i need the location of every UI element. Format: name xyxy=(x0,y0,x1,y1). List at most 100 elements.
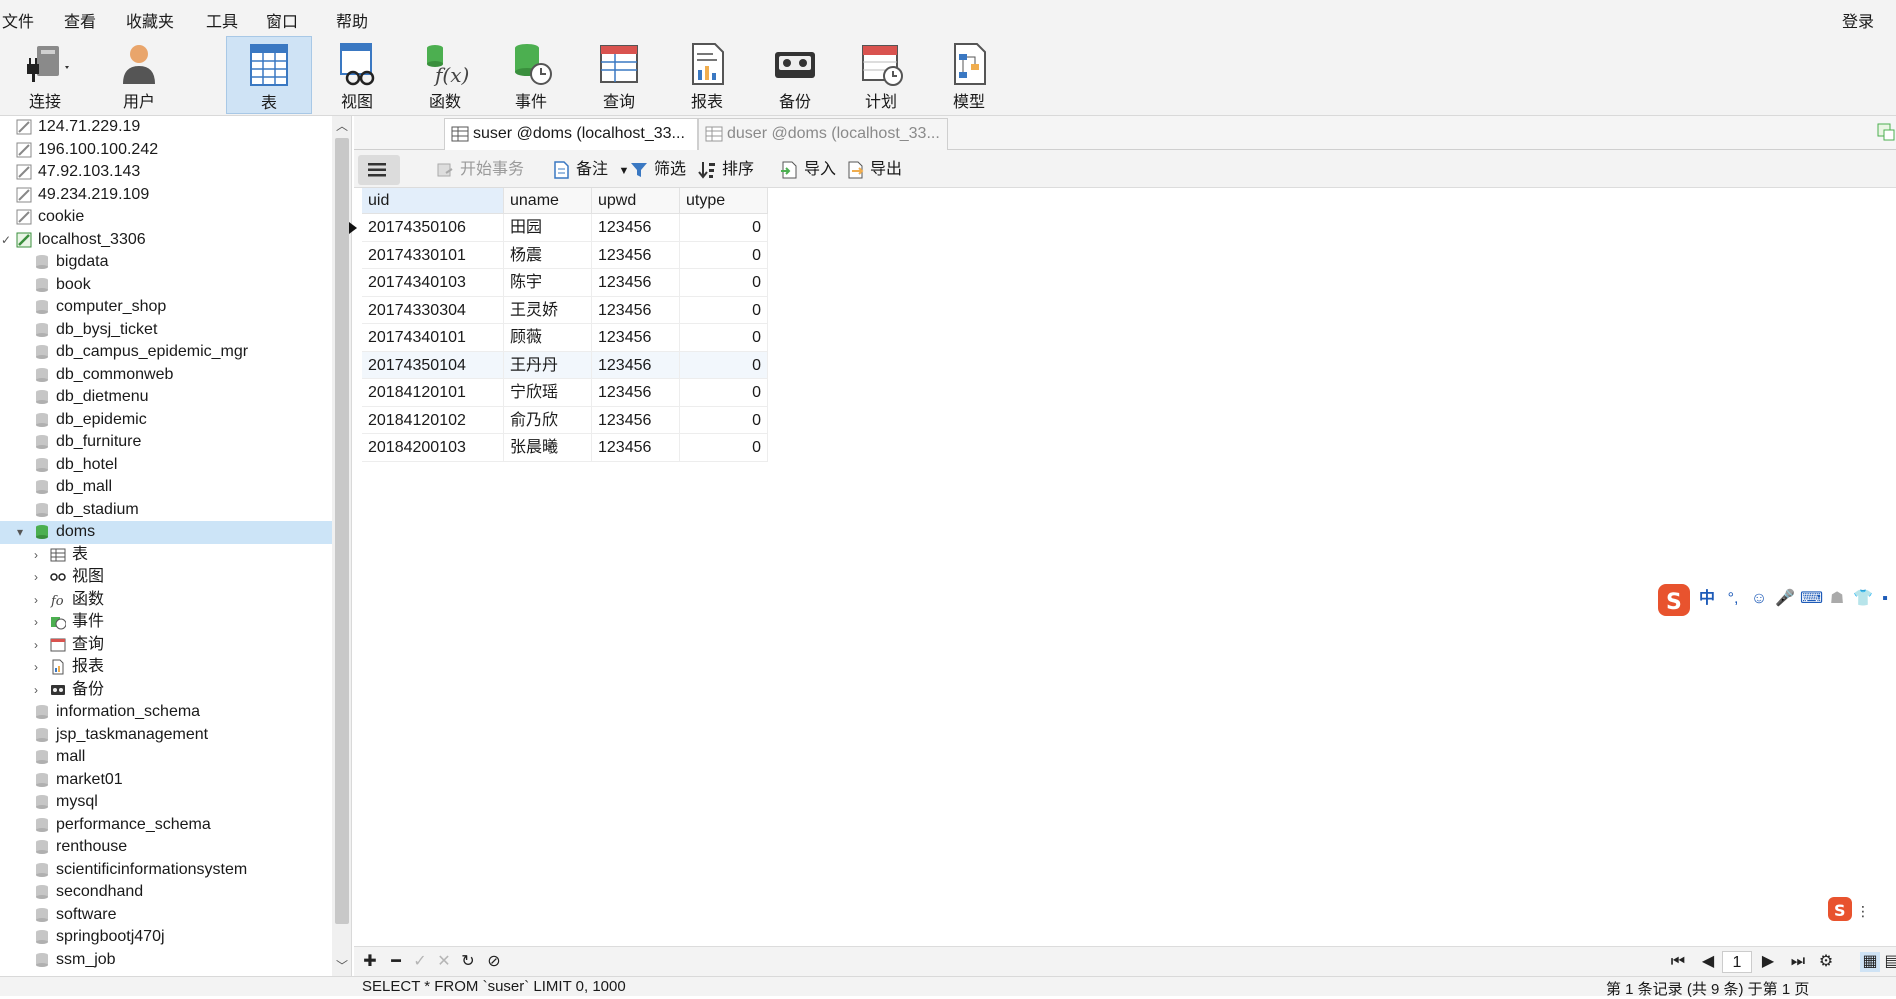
grid-cell-uname[interactable]: 俞乃欣 xyxy=(504,406,592,434)
grid-cell-uid[interactable]: 20174350106 xyxy=(362,214,504,242)
grid-cell-upwd[interactable]: 123456 xyxy=(592,351,680,379)
query-button[interactable]: 查询 xyxy=(576,36,662,114)
view-button[interactable]: 视图 xyxy=(314,36,400,114)
grid-cell-utype[interactable]: 0 xyxy=(680,296,768,324)
db-child-item[interactable]: › 视图 xyxy=(0,566,332,589)
grid-cell-uid[interactable]: 20184200103 xyxy=(362,434,504,462)
grid-cell-uid[interactable]: 20184120102 xyxy=(362,406,504,434)
delete-record-icon[interactable]: ━ xyxy=(386,952,406,972)
grid-cell-uid[interactable]: 20174330304 xyxy=(362,296,504,324)
table-button[interactable]: 表 xyxy=(226,36,312,114)
database-item[interactable]: bigdata xyxy=(0,251,332,274)
grid-cell-upwd[interactable]: 123456 xyxy=(592,214,680,242)
page-number-field[interactable]: 1 xyxy=(1722,951,1752,973)
collapse-arrow-icon[interactable]: › xyxy=(30,589,42,612)
discard-changes-icon[interactable]: ✕ xyxy=(434,952,454,972)
database-item[interactable]: jsp_taskmanagement xyxy=(0,724,332,747)
database-item[interactable]: db_dietmenu xyxy=(0,386,332,409)
grid-cell-uid[interactable]: 20174340103 xyxy=(362,269,504,297)
collapse-arrow-icon[interactable]: › xyxy=(30,656,42,679)
grid-cell-uname[interactable]: 顾薇 xyxy=(504,324,592,352)
ime-menu-icon[interactable]: ▪ xyxy=(1874,588,1896,610)
column-header[interactable]: upwd xyxy=(592,188,680,214)
grid-cell-uname[interactable]: 王灵娇 xyxy=(504,296,592,324)
apply-changes-icon[interactable]: ✓ xyxy=(410,952,430,972)
ime-voice-icon[interactable]: 🎤 xyxy=(1774,588,1796,610)
refresh-icon[interactable]: ↻ xyxy=(458,952,478,972)
grid-cell-upwd[interactable]: 123456 xyxy=(592,379,680,407)
grid-cell-uid[interactable]: 20174340101 xyxy=(362,324,504,352)
grid-cell-uname[interactable]: 田园 xyxy=(504,214,592,242)
grid-cell-utype[interactable]: 0 xyxy=(680,351,768,379)
object-info-icon[interactable] xyxy=(1876,122,1896,142)
database-item[interactable]: scientificinformationsystem xyxy=(0,859,332,882)
prev-page-icon[interactable]: ◀ xyxy=(1698,952,1718,972)
begin-transaction-button[interactable]: 开始事务 xyxy=(436,159,524,181)
db-child-item[interactable]: › 表 xyxy=(0,544,332,567)
database-item[interactable]: db_epidemic xyxy=(0,409,332,432)
collapse-arrow-icon[interactable]: › xyxy=(30,544,42,567)
settings-gear-icon[interactable]: ⚙ xyxy=(1816,952,1836,972)
connection-item[interactable]: 124.71.229.19 xyxy=(0,116,332,139)
database-item[interactable]: renthouse xyxy=(0,836,332,859)
column-header[interactable]: utype xyxy=(680,188,768,214)
database-item[interactable]: software xyxy=(0,904,332,927)
grid-cell-uid[interactable]: 20174330101 xyxy=(362,241,504,269)
ime-emoji-icon[interactable]: ☺ xyxy=(1748,588,1770,610)
first-page-icon[interactable]: ⏮ xyxy=(1668,952,1688,972)
grid-cell-utype[interactable]: 0 xyxy=(680,379,768,407)
database-item-doms[interactable]: ▾ doms xyxy=(0,521,332,544)
database-item[interactable]: ssm_job xyxy=(0,949,332,972)
db-child-item[interactable]: › 事件 xyxy=(0,611,332,634)
grid-cell-uname[interactable]: 宁欣瑶 xyxy=(504,379,592,407)
function-button[interactable]: f(x) 函数 xyxy=(402,36,488,114)
connection-item[interactable]: cookie xyxy=(0,206,332,229)
grid-cell-utype[interactable]: 0 xyxy=(680,214,768,242)
last-page-icon[interactable]: ⏭ xyxy=(1788,952,1808,972)
next-page-icon[interactable]: ▶ xyxy=(1758,952,1778,972)
backup-button[interactable]: 备份 xyxy=(752,36,838,114)
grid-cell-upwd[interactable]: 123456 xyxy=(592,241,680,269)
grid-cell-upwd[interactable]: 123456 xyxy=(592,269,680,297)
database-item[interactable]: secondhand xyxy=(0,881,332,904)
menu-tools[interactable]: 工具 xyxy=(206,8,238,32)
grid-cell-upwd[interactable]: 123456 xyxy=(592,434,680,462)
column-header[interactable]: uid xyxy=(362,188,504,214)
collapse-arrow-icon[interactable]: › xyxy=(30,611,42,634)
ime-skin-icon[interactable]: 👕 xyxy=(1852,588,1874,610)
database-item[interactable]: db_campus_epidemic_mgr xyxy=(0,341,332,364)
grid-cell-upwd[interactable]: 123456 xyxy=(592,406,680,434)
database-item[interactable]: mysql xyxy=(0,791,332,814)
connection-item[interactable]: 49.234.219.109 xyxy=(0,184,332,207)
grid-cell-uname[interactable]: 陈宇 xyxy=(504,269,592,297)
grid-cell-upwd[interactable]: 123456 xyxy=(592,296,680,324)
connection-tree[interactable]: 124.71.229.19 196.100.100.242 47.92.103.14… xyxy=(0,116,352,976)
tab-suser[interactable]: suser @doms (localhost_33... xyxy=(444,118,698,150)
menu-window[interactable]: 窗口 xyxy=(266,8,298,32)
filter-button[interactable]: 筛选 xyxy=(630,159,686,181)
report-button[interactable]: 报表 xyxy=(664,36,750,114)
grid-cell-utype[interactable]: 0 xyxy=(680,241,768,269)
database-item[interactable]: performance_schema xyxy=(0,814,332,837)
scroll-down-icon[interactable]: ﹀ xyxy=(332,956,351,976)
export-button[interactable]: 导出 xyxy=(846,159,902,181)
grid-cell-utype[interactable]: 0 xyxy=(680,324,768,352)
database-item[interactable]: db_stadium xyxy=(0,499,332,522)
sogou-tray-icon[interactable]: S ⋮ xyxy=(1826,894,1866,924)
scroll-thumb[interactable] xyxy=(335,138,349,924)
add-record-icon[interactable]: ✚ xyxy=(360,952,380,972)
menu-favorites[interactable]: 收藏夹 xyxy=(126,8,174,32)
database-item[interactable]: db_commonweb xyxy=(0,364,332,387)
expand-arrow-icon[interactable]: ✓ xyxy=(0,229,12,252)
connect-button[interactable]: 连接 xyxy=(2,36,88,114)
menu-help[interactable]: 帮助 xyxy=(336,8,368,32)
model-button[interactable]: 模型 xyxy=(926,36,1012,114)
database-item[interactable]: mall xyxy=(0,746,332,769)
menu-button[interactable] xyxy=(358,155,400,185)
grid-cell-uname[interactable]: 杨震 xyxy=(504,241,592,269)
note-dropdown-icon[interactable]: ▼ xyxy=(618,165,629,177)
grid-cell-uname[interactable]: 张晨曦 xyxy=(504,434,592,462)
ime-user-icon[interactable]: ☗ xyxy=(1826,588,1848,610)
collapse-arrow-icon[interactable]: › xyxy=(30,679,42,702)
collapse-arrow-icon[interactable]: › xyxy=(30,634,42,657)
